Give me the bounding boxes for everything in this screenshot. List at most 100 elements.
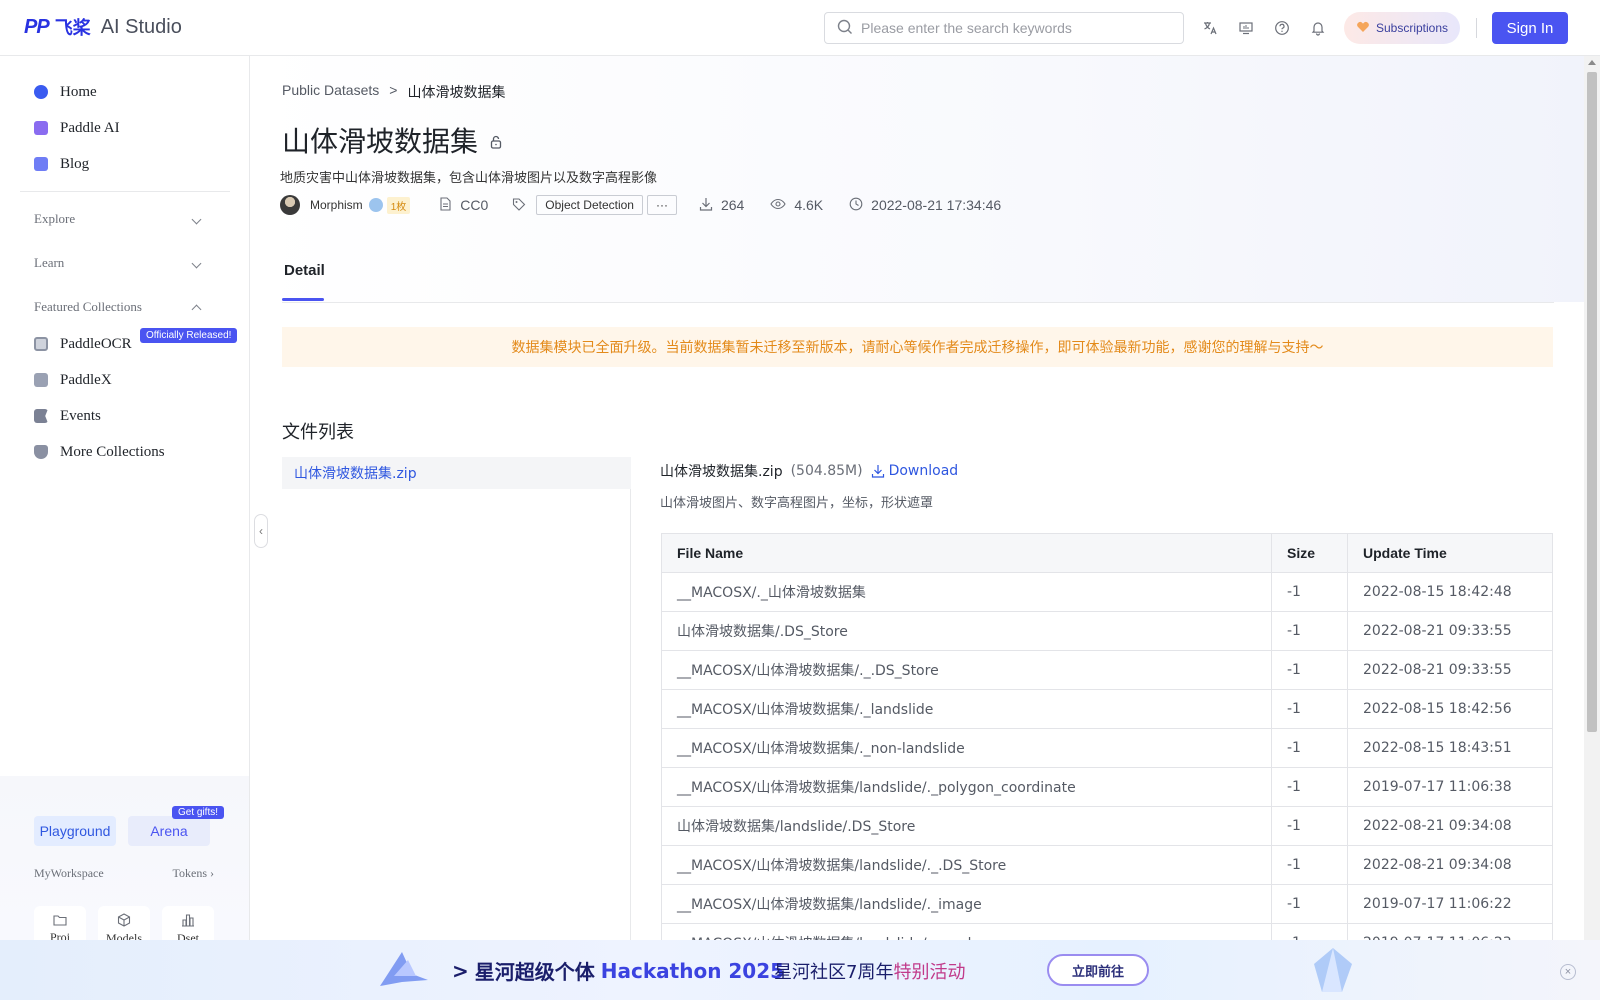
close-icon[interactable]: × xyxy=(1560,964,1576,980)
download-link[interactable]: Download xyxy=(871,463,958,479)
sign-in-button[interactable]: Sign In xyxy=(1492,12,1568,44)
cell-size: -1 xyxy=(1271,884,1348,924)
subscriptions-label: Subscriptions xyxy=(1375,21,1449,35)
file-description: 山体滑坡图片、数字高程图片，坐标，形状遮罩 xyxy=(660,496,934,511)
tag-object-detection[interactable]: Object Detection xyxy=(536,195,643,215)
subscriptions-button[interactable]: Subscriptions xyxy=(1344,12,1460,44)
download-count-icon xyxy=(699,197,713,214)
cell-file-name: 山体滑坡数据集/.DS_Store xyxy=(661,611,1272,651)
sidebar-item-paddleocr[interactable]: PaddleOCR xyxy=(34,333,132,355)
section-label: Learn xyxy=(34,255,65,270)
sidebar-item-blog[interactable]: Blog xyxy=(34,153,89,175)
help-icon[interactable] xyxy=(1272,18,1292,38)
chevron-down-icon xyxy=(191,214,202,224)
collection-icon xyxy=(34,445,48,459)
bell-icon[interactable] xyxy=(1308,18,1328,38)
promo-banner: > 星河超级个体 Hackathon 2025 星河社区7周年特别活动 立即前往… xyxy=(0,940,1600,1000)
license-icon xyxy=(438,196,452,214)
monitor-icon[interactable] xyxy=(1236,18,1256,38)
avatar[interactable] xyxy=(280,195,300,215)
cell-size: -1 xyxy=(1271,767,1348,807)
cell-file-name: __MACOSX/山体滑坡数据集/landslide/._polygon_coo… xyxy=(661,767,1272,807)
view-count: 4.6K xyxy=(794,197,824,213)
banner-sub-a: 星河社区7周年 xyxy=(774,962,894,983)
column-header: File Name xyxy=(661,533,1272,573)
logo-text: AI Studio xyxy=(100,15,182,38)
sidebar-item-events[interactable]: Events xyxy=(34,405,101,427)
cell-update-time: 2022-08-15 18:42:56 xyxy=(1347,689,1553,729)
cell-file-name: __MACOSX/山体滑坡数据集/._non-landslide xyxy=(661,728,1272,768)
sidebar-item-label: Paddle AI xyxy=(60,119,120,136)
table-row: __MACOSX/._山体滑坡数据集 -1 2022-08-15 18:42:48 xyxy=(661,572,1553,612)
sidebar-collapse-toggle[interactable]: ‹ xyxy=(254,514,268,548)
clock-icon xyxy=(849,197,863,214)
paddlex-icon xyxy=(34,373,48,387)
arena-button[interactable]: Arena xyxy=(128,816,210,846)
tab-detail[interactable]: Detail xyxy=(284,262,325,279)
bar-chart-icon xyxy=(182,913,194,927)
cell-update-time: 2022-08-15 18:42:48 xyxy=(1347,572,1553,612)
workspace-row: MyWorkspace Tokens › xyxy=(34,866,214,881)
section-explore[interactable]: Explore xyxy=(34,211,204,227)
dataset-title-row: 山体滑坡数据集 xyxy=(282,120,504,160)
banner-title-a: 星河超级个体 xyxy=(474,960,595,984)
more-tags-button[interactable]: ··· xyxy=(646,195,677,215)
cell-file-name: __MACOSX/山体滑坡数据集/landslide/._.DS_Store xyxy=(661,845,1272,885)
scrollbar-thumb[interactable] xyxy=(1587,72,1597,732)
cell-update-time: 2022-08-21 09:33:55 xyxy=(1347,650,1553,690)
cell-update-time: 2019-07-17 11:06:38 xyxy=(1347,767,1553,807)
file-table: File Name Size Update Time __MACOSX/._山体… xyxy=(661,533,1553,963)
sidebar: Home Paddle AI Blog Explore Learn Featur… xyxy=(0,56,250,1000)
scroll-up-arrow[interactable] xyxy=(1588,60,1596,65)
section-label: Explore xyxy=(34,211,76,226)
gifts-badge: Get gifts! xyxy=(172,806,225,819)
banner-go-button[interactable]: 立即前往 xyxy=(1047,954,1149,986)
cell-update-time: 2022-08-21 09:34:08 xyxy=(1347,806,1553,846)
cell-update-time: 2022-08-21 09:34:08 xyxy=(1347,845,1553,885)
cell-file-name: __MACOSX/山体滑坡数据集/._landslide xyxy=(661,689,1272,729)
chevron-down-icon xyxy=(191,258,202,268)
playground-button[interactable]: Playground xyxy=(34,816,116,846)
license-text: CC0 xyxy=(460,197,489,213)
tokens-link[interactable]: Tokens › xyxy=(173,866,215,881)
translate-icon[interactable] xyxy=(1200,18,1220,38)
top-header: PP 飞桨 AI Studio Subscriptions Sign In xyxy=(0,0,1600,56)
author-name[interactable]: Morphism xyxy=(310,198,363,212)
search-box[interactable] xyxy=(824,12,1184,44)
cell-update-time: 2019-07-17 11:06:22 xyxy=(1347,884,1553,924)
logo-mark: PP xyxy=(24,15,50,38)
tab-active-indicator xyxy=(282,298,324,301)
table-header-row: File Name Size Update Time xyxy=(661,533,1553,573)
files-heading: 文件列表 xyxy=(282,422,354,443)
heart-gift-icon xyxy=(1356,20,1370,37)
tabs-divider xyxy=(282,302,1554,303)
sidebar-item-label: PaddleOCR xyxy=(60,335,132,352)
sidebar-item-paddlex[interactable]: PaddleX xyxy=(34,369,112,391)
selected-file-size: (504.85M) xyxy=(790,463,863,479)
section-featured[interactable]: Featured Collections xyxy=(34,299,204,315)
search-input[interactable] xyxy=(861,20,1161,36)
column-header: Update Time xyxy=(1347,533,1553,573)
table-row: __MACOSX/山体滑坡数据集/landslide/._image -1 2019… xyxy=(661,884,1553,924)
home-icon xyxy=(34,85,48,99)
table-row: __MACOSX/山体滑坡数据集/landslide/._polygon_coo… xyxy=(661,767,1553,807)
updated-time: 2022-08-21 17:34:46 xyxy=(871,197,1002,213)
banner-title[interactable]: > 星河超级个体 Hackathon 2025 xyxy=(452,956,784,985)
cell-size: -1 xyxy=(1271,611,1348,651)
logo[interactable]: PP 飞桨 AI Studio xyxy=(24,14,182,40)
sidebar-item-home[interactable]: Home xyxy=(34,81,97,103)
file-list-item[interactable]: 山体滑坡数据集.zip xyxy=(282,457,631,489)
selected-file-header: 山体滑坡数据集.zip (504.85M) Download xyxy=(660,461,958,481)
verified-icon xyxy=(368,198,383,212)
sidebar-item-more-collections[interactable]: More Collections xyxy=(34,441,165,463)
section-label: Featured Collections xyxy=(34,299,142,314)
breadcrumb-root[interactable]: Public Datasets xyxy=(282,82,379,102)
sidebar-item-paddle-ai[interactable]: Paddle AI xyxy=(34,117,120,139)
section-learn[interactable]: Learn xyxy=(34,255,204,271)
folder-icon xyxy=(53,914,67,926)
page-scrollbar[interactable] xyxy=(1584,56,1600,940)
cube-icon xyxy=(117,912,131,927)
flag-icon xyxy=(34,409,48,423)
file-list: 山体滑坡数据集.zip xyxy=(282,457,631,940)
cell-size: -1 xyxy=(1271,806,1348,846)
